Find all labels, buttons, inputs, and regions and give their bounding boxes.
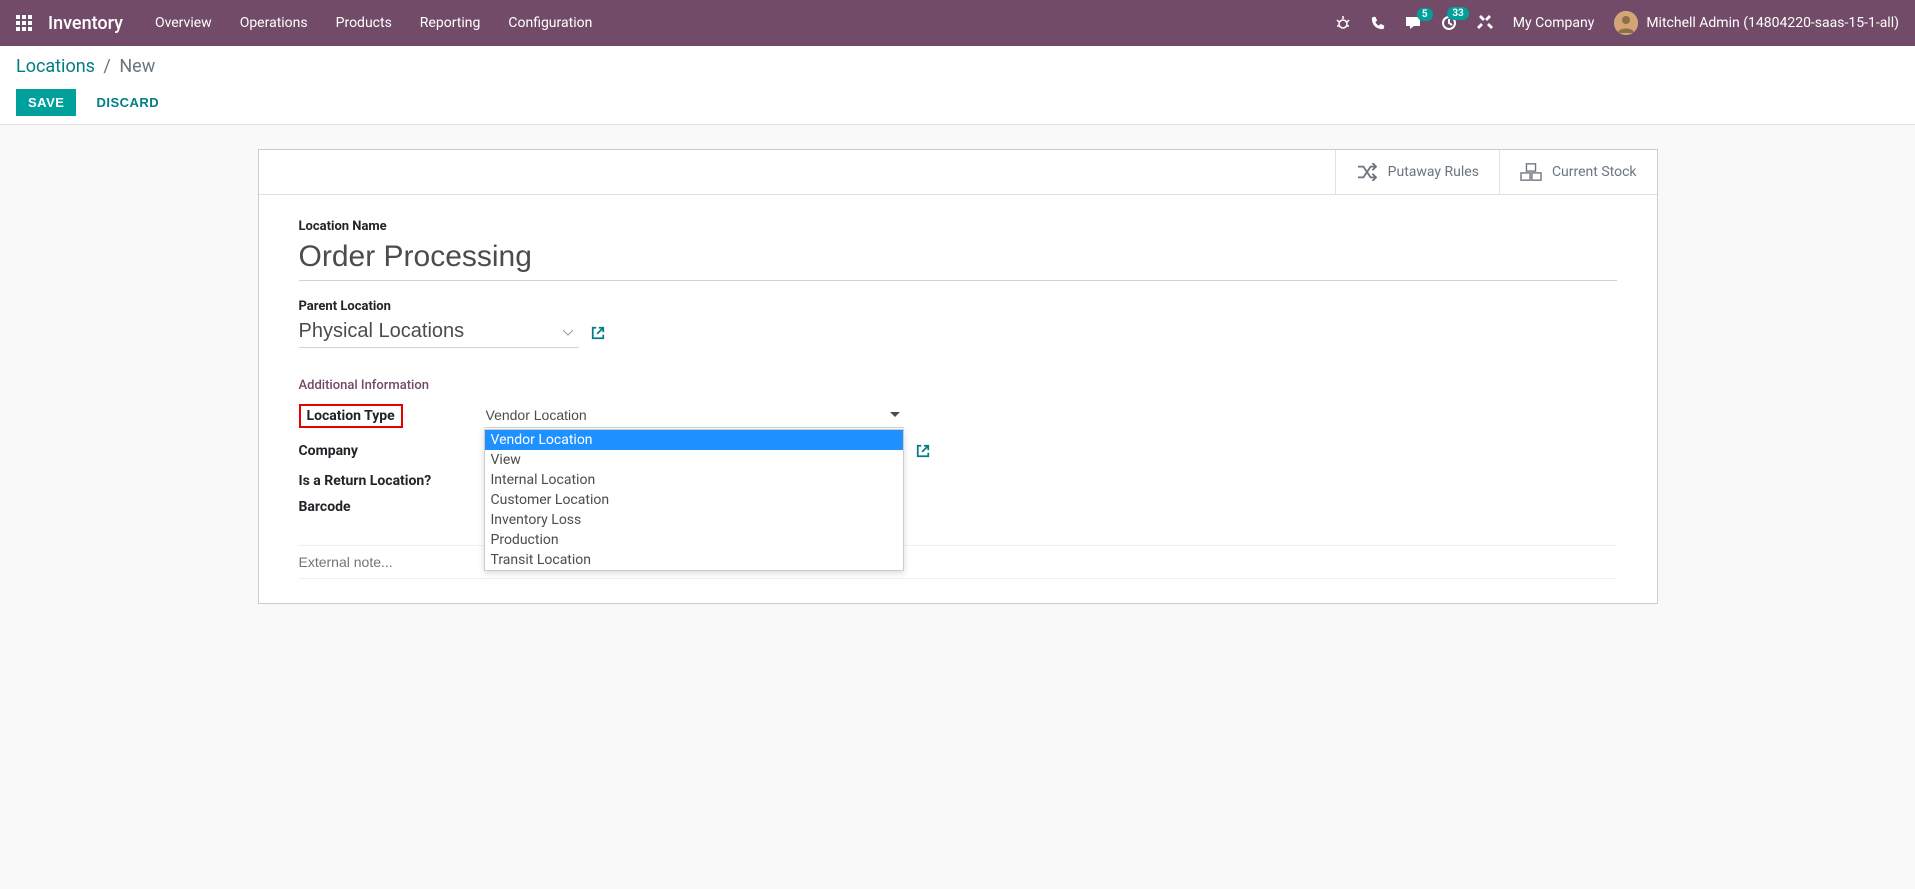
location-type-label-cell: Location Type <box>299 404 484 428</box>
company-selector[interactable]: My Company <box>1513 15 1595 31</box>
menu-overview[interactable]: Overview <box>155 15 212 31</box>
menu-configuration[interactable]: Configuration <box>508 15 592 31</box>
location-type-field: Vendor Location View Internal Location C… <box>484 403 904 428</box>
avatar <box>1614 11 1638 35</box>
parent-location-block: Parent Location <box>299 299 1617 348</box>
external-link-icon[interactable] <box>916 444 930 458</box>
dropdown-option[interactable]: Customer Location <box>485 490 903 510</box>
tools-icon[interactable] <box>1477 15 1493 31</box>
topbar-right: 5 33 My Company Mitchell Admin (14804220… <box>1335 11 1899 35</box>
app-title[interactable]: Inventory <box>48 13 123 34</box>
location-name-label: Location Name <box>299 219 1617 234</box>
boxes-icon <box>1520 162 1542 182</box>
activities-icon[interactable]: 33 <box>1441 15 1457 31</box>
return-location-label: Is a Return Location? <box>299 473 484 489</box>
shuffle-icon <box>1356 163 1378 181</box>
breadcrumb-separator: / <box>103 56 110 77</box>
topbar: Inventory Overview Operations Products R… <box>0 0 1915 46</box>
button-box: Putaway Rules Current Stock <box>259 150 1657 195</box>
form-view: Putaway Rules Current Stock Location Nam… <box>0 125 1915 628</box>
discard-button[interactable]: DISCARD <box>84 89 171 116</box>
messages-badge: 5 <box>1417 8 1433 21</box>
control-buttons: SAVE DISCARD <box>16 89 1899 124</box>
location-type-select[interactable] <box>484 403 904 428</box>
breadcrumb-current: New <box>119 56 155 77</box>
dropdown-option[interactable]: Inventory Loss <box>485 510 903 530</box>
user-name: Mitchell Admin (14804220-saas-15-1-all) <box>1646 15 1899 31</box>
parent-location-input[interactable] <box>299 318 579 348</box>
menu-reporting[interactable]: Reporting <box>420 15 481 31</box>
control-panel: Locations / New SAVE DISCARD <box>0 46 1915 125</box>
sheet-body: Location Name Parent Location Additional… <box>259 195 1657 603</box>
user-menu[interactable]: Mitchell Admin (14804220-saas-15-1-all) <box>1614 11 1899 35</box>
form-sheet: Putaway Rules Current Stock Location Nam… <box>258 149 1658 604</box>
breadcrumb-parent[interactable]: Locations <box>16 56 95 77</box>
putaway-rules-label: Putaway Rules <box>1388 164 1479 180</box>
current-stock-button[interactable]: Current Stock <box>1499 150 1657 194</box>
putaway-rules-button[interactable]: Putaway Rules <box>1335 150 1499 194</box>
activities-badge: 33 <box>1447 7 1468 20</box>
form-table: Location Type Vendor Location View Inter… <box>299 403 1617 515</box>
dropdown-option[interactable]: Transit Location <box>485 550 903 570</box>
parent-location-label: Parent Location <box>299 299 1617 314</box>
current-stock-label: Current Stock <box>1552 164 1637 180</box>
dropdown-option[interactable]: Production <box>485 530 903 550</box>
apps-icon[interactable] <box>16 15 32 31</box>
menu-products[interactable]: Products <box>336 15 392 31</box>
location-type-dropdown: Vendor Location View Internal Location C… <box>484 429 904 571</box>
phone-icon[interactable] <box>1371 16 1385 30</box>
company-label: Company <box>299 443 484 459</box>
main-menu: Overview Operations Products Reporting C… <box>155 15 592 31</box>
dropdown-option[interactable]: Internal Location <box>485 470 903 490</box>
location-type-label: Location Type <box>299 404 403 428</box>
dropdown-option[interactable]: Vendor Location <box>485 430 903 450</box>
barcode-label: Barcode <box>299 499 484 515</box>
messages-icon[interactable]: 5 <box>1405 16 1421 30</box>
section-additional-info: Additional Information <box>299 378 1617 393</box>
debug-icon[interactable] <box>1335 15 1351 31</box>
external-link-icon[interactable] <box>591 326 605 340</box>
row-location-type: Location Type Vendor Location View Inter… <box>299 403 1617 428</box>
location-name-input[interactable] <box>299 238 1617 281</box>
dropdown-option[interactable]: View <box>485 450 903 470</box>
save-button[interactable]: SAVE <box>16 89 76 116</box>
menu-operations[interactable]: Operations <box>240 15 308 31</box>
breadcrumb: Locations / New <box>16 56 1899 77</box>
